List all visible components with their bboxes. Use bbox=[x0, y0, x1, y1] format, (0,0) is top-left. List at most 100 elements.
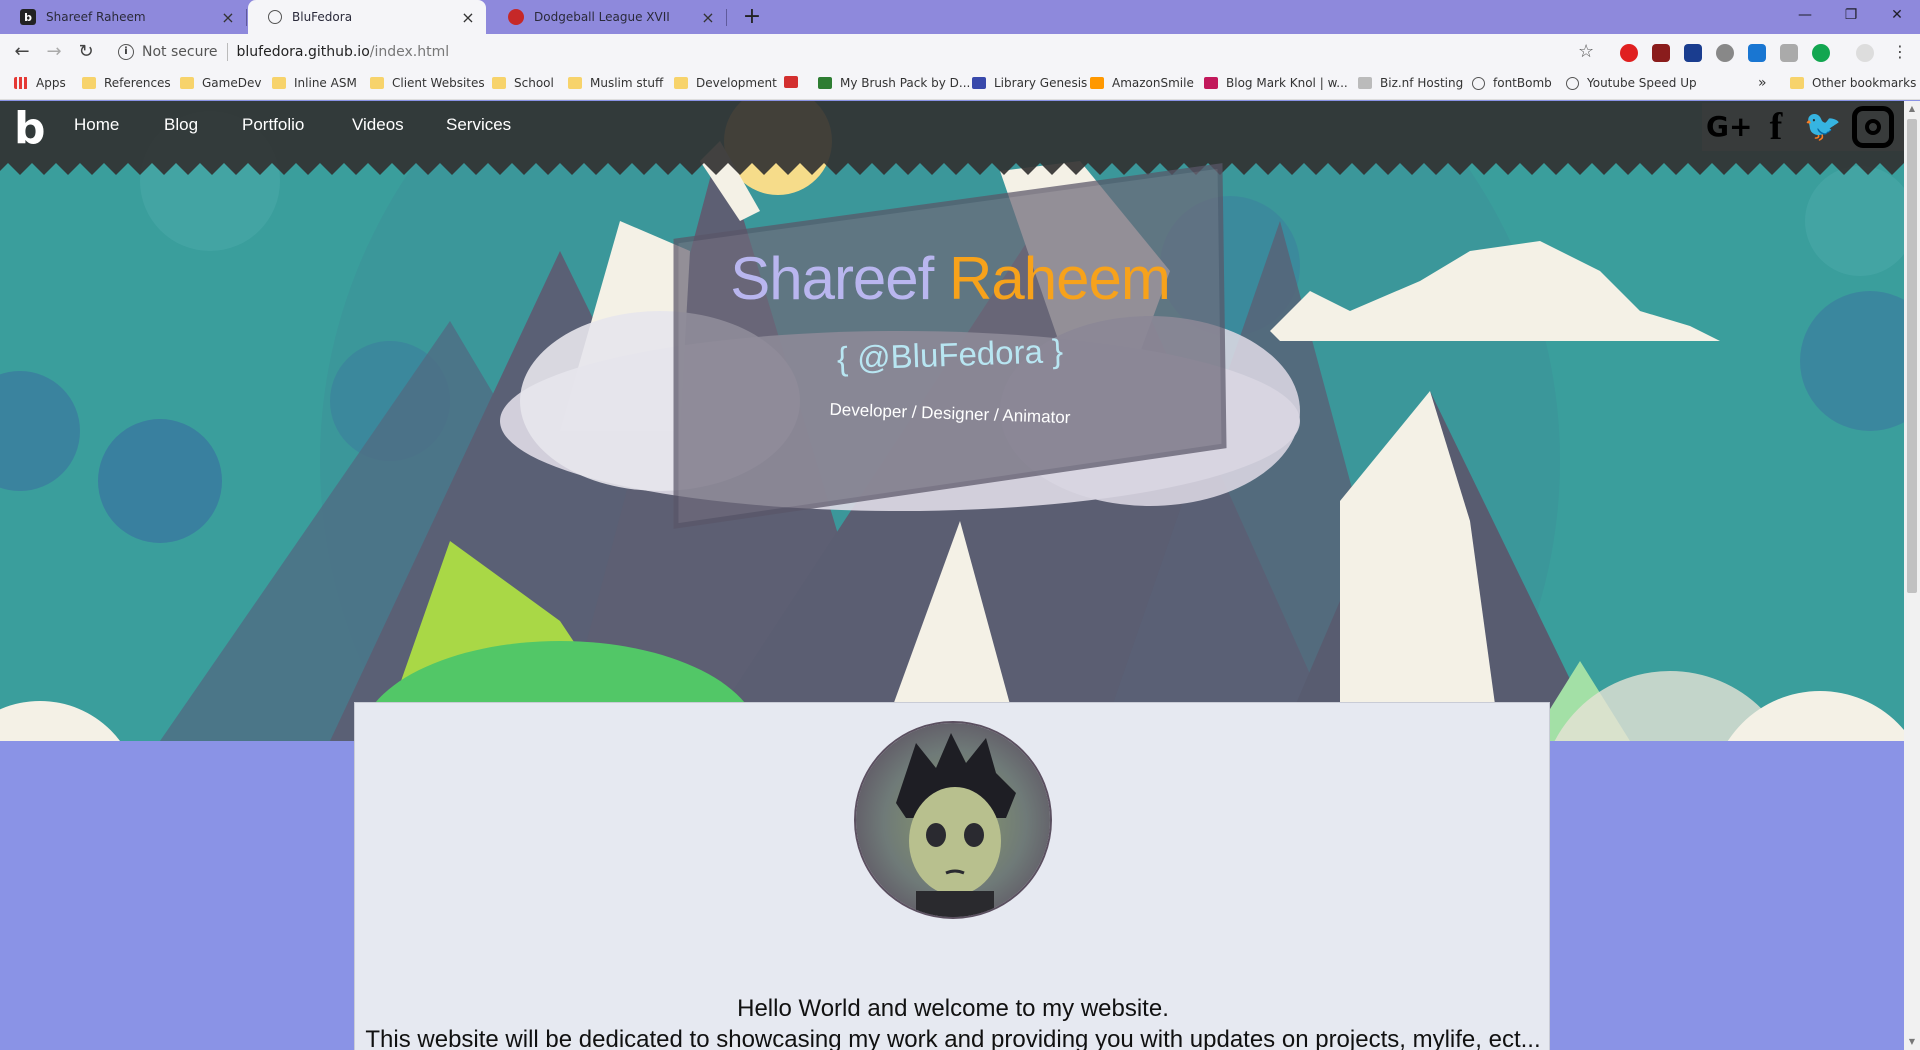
browser-tab-bar: b Shareef Raheem × BluFedora × Dodgeball… bbox=[0, 0, 1920, 34]
back-button[interactable]: ← bbox=[10, 40, 34, 64]
extension-icon[interactable] bbox=[1652, 44, 1670, 62]
url-text: blufedora.github.io/index.html bbox=[237, 44, 450, 60]
intro-content-card: Hello World and welcome to my website. T… bbox=[354, 702, 1550, 1050]
bookmark-development[interactable]: Development bbox=[674, 76, 777, 90]
browser-toolbar: ← → ↻ i Not secure blufedora.github.io/i… bbox=[0, 34, 1920, 70]
avatar-drawing bbox=[856, 723, 1050, 917]
bookmark-adobe[interactable] bbox=[784, 76, 806, 88]
nav-portfolio[interactable]: Portfolio bbox=[242, 115, 304, 135]
hero-first-name: Shareef bbox=[730, 245, 934, 312]
globe-icon bbox=[268, 10, 282, 24]
minimize-button[interactable]: — bbox=[1782, 0, 1828, 30]
scrollbar-thumb[interactable] bbox=[1907, 119, 1917, 593]
bookmark-star-icon[interactable]: ☆ bbox=[1578, 41, 1594, 62]
bookmark-label: Muslim stuff bbox=[590, 76, 664, 90]
bookmark-blog-mark-knol[interactable]: Blog Mark Knol | w... bbox=[1204, 76, 1348, 90]
hero-title-card: Shareef Raheem { @BluFedora } Developer … bbox=[676, 186, 1224, 506]
tab-title: BluFedora bbox=[292, 10, 353, 24]
brush-icon bbox=[818, 77, 832, 89]
tab-shareef-raheem[interactable]: b Shareef Raheem × bbox=[0, 0, 246, 34]
bookmark-amazonsmile[interactable]: AmazonSmile bbox=[1090, 76, 1194, 90]
restore-button[interactable]: ❐ bbox=[1828, 0, 1874, 30]
red-game-icon bbox=[508, 9, 524, 25]
bookmark-other-bookmarks[interactable]: Other bookmarks bbox=[1790, 76, 1916, 90]
profile-avatar bbox=[854, 721, 1052, 919]
google-plus-icon[interactable]: G+ bbox=[1706, 107, 1752, 147]
cloud-extension-icon[interactable] bbox=[1716, 44, 1734, 62]
bookmark-fontbomb[interactable]: fontBomb bbox=[1472, 76, 1552, 90]
bookmark-biznf-hosting[interactable]: Biz.nf Hosting bbox=[1358, 76, 1463, 90]
instagram-icon[interactable] bbox=[1852, 106, 1894, 148]
tab-divider bbox=[246, 9, 247, 26]
bookmark-inline-asm[interactable]: Inline ASM bbox=[272, 76, 357, 90]
hosting-icon bbox=[1358, 77, 1372, 89]
tab-title: Shareef Raheem bbox=[46, 10, 146, 24]
nav-videos[interactable]: Videos bbox=[352, 115, 404, 135]
tab-blufedora[interactable]: BluFedora × bbox=[248, 0, 486, 34]
bookmark-label: Apps bbox=[36, 76, 66, 90]
close-window-button[interactable]: ✕ bbox=[1874, 0, 1920, 30]
scroll-up-icon[interactable]: ▲ bbox=[1904, 101, 1920, 117]
adobe-icon bbox=[784, 76, 798, 88]
folder-icon bbox=[82, 77, 96, 89]
welcome-line-1: Hello World and welcome to my website. bbox=[737, 995, 1169, 1022]
bookmark-label: Blog Mark Knol | w... bbox=[1226, 76, 1348, 90]
tab-dodgeball-league[interactable]: Dodgeball League XVII × bbox=[488, 0, 726, 34]
hero-roles: Developer / Designer / Animator bbox=[829, 399, 1071, 428]
nav-home[interactable]: Home bbox=[74, 115, 119, 135]
globe-icon bbox=[1472, 76, 1485, 90]
bookmark-label: fontBomb bbox=[1493, 76, 1552, 90]
site-logo[interactable]: b bbox=[14, 107, 46, 151]
bookmark-brush-pack[interactable]: My Brush Pack by D... bbox=[818, 76, 970, 90]
bookmarks-bar: Apps References GameDev Inline ASM Clien… bbox=[0, 70, 1920, 100]
url-path: /index.html bbox=[369, 44, 450, 60]
page-scrollbar[interactable]: ▲ ▼ bbox=[1904, 101, 1920, 1050]
facebook-icon[interactable]: f bbox=[1756, 107, 1796, 147]
bookmark-school[interactable]: School bbox=[492, 76, 554, 90]
reload-button[interactable]: ↻ bbox=[74, 40, 98, 64]
extension-icon[interactable] bbox=[1812, 44, 1830, 62]
bookmark-label: AmazonSmile bbox=[1112, 76, 1194, 90]
tab-divider bbox=[726, 9, 727, 26]
hero-last-name: Raheem bbox=[949, 245, 1171, 312]
security-status: Not secure bbox=[142, 44, 218, 60]
bookmark-muslim-stuff[interactable]: Muslim stuff bbox=[568, 76, 663, 90]
bookmarks-overflow-button[interactable]: » bbox=[1758, 75, 1767, 91]
bookmark-label: GameDev bbox=[202, 76, 262, 90]
bookmark-gamedev[interactable]: GameDev bbox=[180, 76, 261, 90]
bookmark-library-genesis[interactable]: Library Genesis bbox=[972, 76, 1087, 90]
bookmark-apps[interactable]: Apps bbox=[14, 76, 66, 90]
close-tab-icon[interactable]: × bbox=[458, 8, 478, 27]
scroll-down-icon[interactable]: ▼ bbox=[1904, 1034, 1920, 1050]
bookmark-references[interactable]: References bbox=[82, 76, 171, 90]
hero-handle: { @BluFedora } bbox=[836, 332, 1064, 377]
extension-icon[interactable] bbox=[1684, 44, 1702, 62]
close-tab-icon[interactable]: × bbox=[698, 8, 718, 27]
address-bar[interactable]: i Not secure blufedora.github.io/index.h… bbox=[112, 38, 1590, 66]
profile-avatar-icon[interactable] bbox=[1856, 44, 1874, 62]
nav-services[interactable]: Services bbox=[446, 115, 511, 135]
info-icon[interactable]: i bbox=[118, 44, 134, 60]
bookmark-youtube-speed-up[interactable]: Youtube Speed Up bbox=[1566, 76, 1697, 90]
bookmark-label: Youtube Speed Up bbox=[1587, 76, 1697, 90]
instagram-lens bbox=[1865, 119, 1881, 135]
nav-blog[interactable]: Blog bbox=[164, 115, 198, 135]
extension-icon[interactable] bbox=[1780, 44, 1798, 62]
folder-icon bbox=[568, 77, 582, 89]
new-tab-button[interactable]: + bbox=[738, 4, 766, 29]
bookmark-label: Inline ASM bbox=[294, 76, 357, 90]
globe-icon bbox=[1566, 76, 1579, 90]
bookmark-label: Biz.nf Hosting bbox=[1380, 76, 1464, 90]
hero-banner: b Home Blog Portfolio Videos Services G+… bbox=[0, 101, 1904, 741]
dropbox-extension-icon[interactable] bbox=[1748, 44, 1766, 62]
twitter-icon[interactable]: 🐦 bbox=[1800, 107, 1846, 147]
opera-extension-icon[interactable] bbox=[1620, 44, 1638, 62]
menu-kebab-icon[interactable]: ⋮ bbox=[1888, 40, 1912, 64]
folder-icon bbox=[674, 77, 688, 89]
forward-button[interactable]: → bbox=[42, 40, 66, 64]
url-host: blufedora.github.io bbox=[236, 44, 370, 60]
close-tab-icon[interactable]: × bbox=[218, 8, 238, 27]
bookmark-client-websites[interactable]: Client Websites bbox=[370, 76, 485, 90]
amazon-icon bbox=[1090, 77, 1104, 89]
bookmark-label: Library Genesis bbox=[994, 76, 1088, 90]
